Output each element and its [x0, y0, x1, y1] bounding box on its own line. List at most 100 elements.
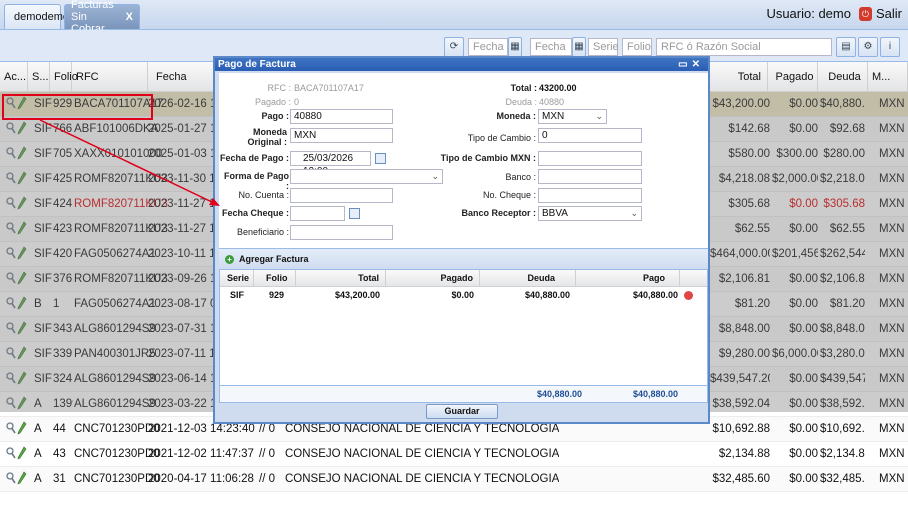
fecha-pago-label: Fecha de Pago :	[219, 153, 289, 163]
pagado-label: Pagado :	[254, 97, 291, 107]
rfc-value: BACA701107A17	[294, 83, 364, 93]
cell-total: $32,485.60	[712, 473, 770, 485]
serie-field[interactable]: Serie	[588, 38, 619, 56]
cell-total: $43,200.00	[334, 290, 380, 300]
cell-serie: A	[34, 473, 42, 485]
cell-folio: 44	[53, 423, 66, 435]
agregar-factura-button[interactable]: + Agregar Factura	[219, 248, 708, 269]
table-row[interactable]: SIF 929 $43,200.00 $0.00 $40,880.00 $40,…	[220, 288, 707, 303]
fecha-ini-field[interactable]: Fecha Ini	[468, 38, 508, 69]
col-pagado[interactable]: Pagado	[768, 62, 818, 92]
cell-pagado: $0.00	[789, 473, 818, 485]
col-pago[interactable]: Pago	[576, 270, 680, 287]
cell-folio: 31	[53, 473, 66, 485]
col-folio[interactable]: Folio	[254, 270, 296, 287]
cell-fecha: 2021-12-02 11:47:37	[148, 448, 254, 460]
pago-input[interactable]: 40880	[290, 109, 393, 124]
tipo-cambio-input[interactable]: 0	[538, 128, 642, 143]
col-serie[interactable]: Serie	[220, 270, 254, 287]
search-icon[interactable]	[6, 422, 16, 434]
no-cuenta-input[interactable]	[290, 188, 393, 203]
total-label: Total :	[510, 83, 537, 93]
col-rfc[interactable]: RFC	[72, 62, 148, 92]
col-moneda[interactable]: M...	[868, 62, 908, 92]
logout-link[interactable]: Salir	[876, 6, 902, 21]
cell-razon-social: CONSEJO NACIONAL DE CIENCIA Y TECNOLOGIA	[285, 448, 560, 460]
total-pago: $40,880.00	[632, 389, 678, 399]
total-deuda: $40,880.00	[536, 389, 582, 399]
close-icon[interactable]: ✕	[692, 59, 704, 70]
agregar-factura-label: Agregar Factura	[239, 254, 309, 264]
facturas-grid-header: Serie Folio Total Pagado Deuda Pago	[220, 270, 707, 287]
calendar-icon[interactable]	[375, 153, 386, 164]
add-icon: +	[225, 255, 234, 265]
deuda-label: Deuda :	[505, 97, 537, 107]
no-cheque-input[interactable]	[538, 188, 642, 203]
exit-icon[interactable]: ⏻	[858, 6, 872, 21]
cell-deuda: $40,880.00	[524, 290, 570, 300]
beneficiario-input[interactable]	[290, 225, 393, 240]
search-input[interactable]: RFC ó Razón Social	[656, 38, 832, 56]
moneda-select[interactable]: MXN ⌄	[538, 109, 607, 124]
tipo-cambio-mxn-input[interactable]	[538, 151, 642, 166]
calendar-icon[interactable]: ▦	[508, 37, 522, 57]
highlight-box	[2, 94, 153, 120]
edit-icon[interactable]	[17, 421, 27, 435]
cell-pago[interactable]: $40,880.00	[576, 288, 678, 303]
close-icon[interactable]: X	[126, 11, 133, 23]
edit-icon[interactable]	[17, 446, 27, 460]
col-deuda[interactable]: Deuda	[818, 62, 868, 92]
cell-serie: A	[34, 448, 42, 460]
fecha-cheque-input[interactable]	[290, 206, 345, 221]
remove-icon[interactable]	[684, 291, 693, 300]
print-icon[interactable]: ▤	[836, 37, 856, 57]
cell-deuda: $32,485.60	[820, 473, 865, 485]
refresh-icon[interactable]: ⟳	[444, 37, 464, 57]
total-value: 43200.00	[539, 83, 577, 93]
cell-total: $2,134.88	[718, 448, 770, 460]
calendar-icon[interactable]	[349, 208, 360, 219]
settings-icon[interactable]: ⚙	[858, 37, 878, 57]
chevron-down-icon: ⌄	[595, 111, 603, 121]
calendar-icon[interactable]: ▦	[572, 37, 586, 57]
user-label: Usuario: demo	[766, 6, 851, 21]
cell-razon-social: CONSEJO NACIONAL DE CIENCIA Y TECNOLOGIA	[285, 473, 560, 485]
col-deuda[interactable]: Deuda	[480, 270, 576, 287]
cell-rfc: CNC701230PD0	[74, 448, 160, 460]
restore-icon[interactable]: ▭	[678, 59, 691, 70]
tipo-cambio-mxn-label: Tipo de Cambio MXN :	[440, 153, 536, 163]
cell-moneda: MXN	[879, 473, 905, 485]
search-icon[interactable]	[6, 472, 16, 484]
col-pagado[interactable]: Pagado	[386, 270, 480, 287]
table-row[interactable]: A 43 CNC701230PD0 2021-12-02 11:47:37 //…	[0, 442, 908, 467]
moneda-label: Moneda :	[496, 111, 537, 121]
cell-moneda: MXN	[879, 423, 905, 435]
forma-pago-label: Forma de Pago :	[223, 171, 289, 191]
col-folio[interactable]: Folio	[50, 62, 78, 92]
tab-home[interactable]: demodemo2	[4, 4, 75, 29]
info-icon[interactable]: i	[880, 37, 900, 57]
forma-pago-select[interactable]: ⌄	[290, 169, 443, 184]
pagado-value: 0	[294, 97, 300, 107]
fecha-fin-field[interactable]: Fecha Fin	[530, 38, 572, 69]
dialog-title-bar[interactable]: Pago de Factura ▭✕	[215, 58, 708, 71]
folio-field[interactable]: Folio	[622, 38, 652, 56]
guardar-button[interactable]: Guardar	[426, 404, 498, 419]
cell-total: $10,692.88	[712, 423, 770, 435]
col-total[interactable]: Total	[296, 270, 386, 287]
moneda-original-input[interactable]: MXN	[290, 128, 393, 143]
table-row[interactable]: A 31 CNC701230PD0 2020-04-17 11:06:28 //…	[0, 467, 908, 492]
deuda-value: 40880	[539, 97, 565, 107]
search-icon[interactable]	[6, 447, 16, 459]
col-acciones[interactable]: Ac...	[0, 62, 28, 92]
edit-icon[interactable]	[17, 471, 27, 485]
tab-facturas-sin-cobrar[interactable]: Facturas Sin Cobrar X	[64, 0, 140, 35]
banco-input[interactable]	[538, 169, 642, 184]
cell-deuda: $2,134.88	[820, 448, 865, 460]
col-total[interactable]: Total	[710, 62, 768, 92]
user-area: Usuario: demo ⏻ Salir	[766, 6, 902, 21]
fecha-pago-input[interactable]: 25/03/2026 12:00	[290, 151, 371, 177]
banco-receptor-select[interactable]: BBVA ⌄	[538, 206, 642, 221]
col-serie[interactable]: S...	[28, 62, 50, 92]
rfc-label: RFC :	[267, 83, 292, 93]
